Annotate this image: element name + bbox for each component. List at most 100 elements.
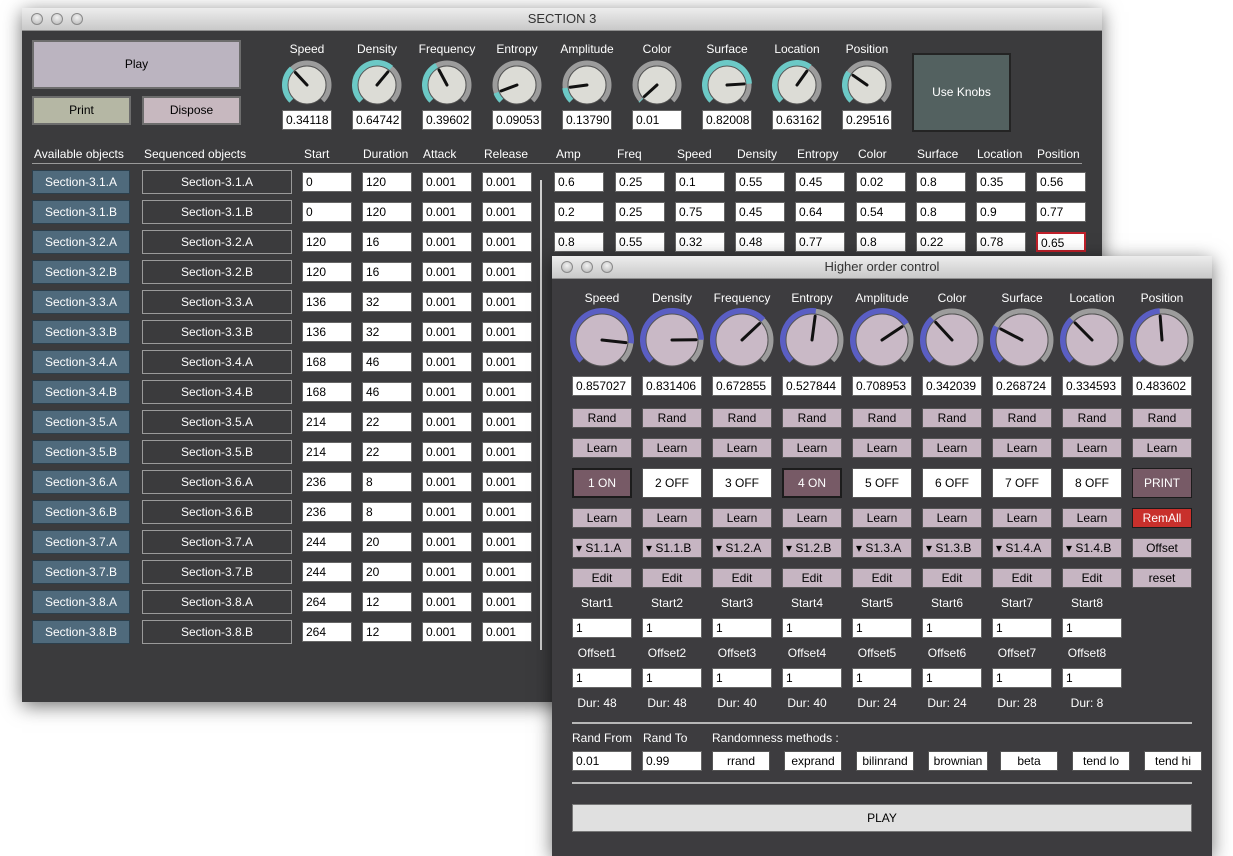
param-field[interactable]: 0.8 [856, 232, 906, 252]
knob-dial[interactable] [1130, 308, 1194, 372]
release-field[interactable]: 0.001 [482, 382, 532, 402]
knob-dial[interactable] [422, 60, 472, 110]
release-field[interactable]: 0.001 [482, 232, 532, 252]
available-object-button[interactable]: Section-3.5.B [32, 440, 130, 464]
available-object-button[interactable]: Section-3.6.B [32, 500, 130, 524]
knob-value-field[interactable]: 0.39602 [422, 110, 472, 130]
start-field[interactable]: 1 [712, 618, 772, 638]
available-object-button[interactable]: Section-3.3.B [32, 320, 130, 344]
knob-density[interactable] [352, 60, 402, 110]
edit-button[interactable]: Edit [992, 568, 1052, 588]
param-field[interactable]: 0.8 [916, 202, 966, 222]
param-field[interactable]: 0.9 [976, 202, 1026, 222]
learn-button[interactable]: Learn [572, 508, 632, 528]
knob-dial[interactable] [990, 308, 1054, 372]
knob-frequency[interactable] [710, 308, 774, 372]
start-field[interactable]: 1 [782, 618, 842, 638]
print-button[interactable]: Print [32, 96, 131, 125]
learn-button[interactable]: Learn [1132, 438, 1192, 458]
dispose-button[interactable]: Dispose [142, 96, 241, 125]
knob-entropy[interactable] [492, 60, 542, 110]
zoom-window-button[interactable] [601, 261, 613, 273]
sequenced-object-button[interactable]: Section-3.1.A [142, 170, 292, 194]
param-field[interactable]: 0.8 [916, 172, 966, 192]
minimize-window-button[interactable] [51, 13, 63, 25]
attack-field[interactable]: 0.001 [422, 442, 472, 462]
rand-button[interactable]: Rand [642, 408, 702, 428]
offset-button[interactable]: Offset [1132, 538, 1192, 558]
available-object-button[interactable]: Section-3.7.B [32, 560, 130, 584]
knob-dial[interactable] [1060, 308, 1124, 372]
available-object-button[interactable]: Section-3.8.A [32, 590, 130, 614]
knob-dial[interactable] [352, 60, 402, 110]
rand-button[interactable]: Rand [712, 408, 772, 428]
release-field[interactable]: 0.001 [482, 172, 532, 192]
param-field[interactable]: 0.77 [1036, 202, 1086, 222]
rand-to-field[interactable]: 0.99 [642, 751, 702, 771]
method-tend-hi-button[interactable]: tend hi [1144, 751, 1202, 771]
knob-position[interactable] [1130, 308, 1194, 372]
offset-field[interactable]: 1 [992, 668, 1052, 688]
toggle-button[interactable]: 8 OFF [1062, 468, 1122, 498]
remall-button[interactable]: RemAll [1132, 508, 1192, 528]
minimize-window-button[interactable] [581, 261, 593, 273]
attack-field[interactable]: 0.001 [422, 502, 472, 522]
duration-field[interactable]: 22 [362, 442, 412, 462]
offset-field[interactable]: 1 [572, 668, 632, 688]
knob-value-field[interactable]: 0.29516 [842, 110, 892, 130]
duration-field[interactable]: 16 [362, 232, 412, 252]
attack-field[interactable]: 0.001 [422, 262, 472, 282]
release-field[interactable]: 0.001 [482, 292, 532, 312]
start-field[interactable]: 244 [302, 532, 352, 552]
sequenced-object-button[interactable]: Section-3.4.B [142, 380, 292, 404]
param-field[interactable]: 0.55 [735, 172, 785, 192]
knob-frequency[interactable] [422, 60, 472, 110]
knob-value-field[interactable]: 0.857027 [572, 376, 632, 396]
available-object-button[interactable]: Section-3.4.B [32, 380, 130, 404]
duration-field[interactable]: 20 [362, 532, 412, 552]
toggle-button[interactable]: 2 OFF [642, 468, 702, 498]
hoc-play-button[interactable]: PLAY [572, 804, 1192, 832]
knob-dial[interactable] [850, 308, 914, 372]
param-field[interactable]: 0.25 [615, 172, 665, 192]
zoom-window-button[interactable] [71, 13, 83, 25]
method-brownian-button[interactable]: brownian [928, 751, 988, 771]
knob-dial[interactable] [920, 308, 984, 372]
reset-button[interactable]: reset [1132, 568, 1192, 588]
duration-field[interactable]: 8 [362, 502, 412, 522]
knob-speed[interactable] [282, 60, 332, 110]
start-field[interactable]: 136 [302, 292, 352, 312]
start-field[interactable]: 0 [302, 202, 352, 222]
section-select-menu[interactable]: ▾ S1.2.B [782, 538, 842, 558]
start-field[interactable]: 120 [302, 232, 352, 252]
available-object-button[interactable]: Section-3.3.A [32, 290, 130, 314]
attack-field[interactable]: 0.001 [422, 532, 472, 552]
edit-button[interactable]: Edit [712, 568, 772, 588]
learn-button[interactable]: Learn [782, 438, 842, 458]
param-field[interactable]: 0.45 [735, 202, 785, 222]
param-field[interactable]: 0.1 [675, 172, 725, 192]
method-rrand-button[interactable]: rrand [712, 751, 770, 771]
sequenced-object-button[interactable]: Section-3.7.B [142, 560, 292, 584]
duration-field[interactable]: 12 [362, 622, 412, 642]
attack-field[interactable]: 0.001 [422, 172, 472, 192]
toggle-button[interactable]: 1 ON [572, 468, 632, 498]
release-field[interactable]: 0.001 [482, 262, 532, 282]
attack-field[interactable]: 0.001 [422, 592, 472, 612]
close-window-button[interactable] [561, 261, 573, 273]
param-field[interactable]: 0.8 [554, 232, 604, 252]
sequenced-object-button[interactable]: Section-3.4.A [142, 350, 292, 374]
section-select-menu[interactable]: ▾ S1.4.A [992, 538, 1052, 558]
rand-button[interactable]: Rand [992, 408, 1052, 428]
sequenced-object-button[interactable]: Section-3.8.B [142, 620, 292, 644]
param-field[interactable]: 0.75 [675, 202, 725, 222]
duration-field[interactable]: 20 [362, 562, 412, 582]
release-field[interactable]: 0.001 [482, 502, 532, 522]
start-field[interactable]: 214 [302, 442, 352, 462]
learn-button[interactable]: Learn [642, 438, 702, 458]
start-field[interactable]: 264 [302, 622, 352, 642]
release-field[interactable]: 0.001 [482, 622, 532, 642]
rand-button[interactable]: Rand [572, 408, 632, 428]
release-field[interactable]: 0.001 [482, 532, 532, 552]
start-field[interactable]: 244 [302, 562, 352, 582]
